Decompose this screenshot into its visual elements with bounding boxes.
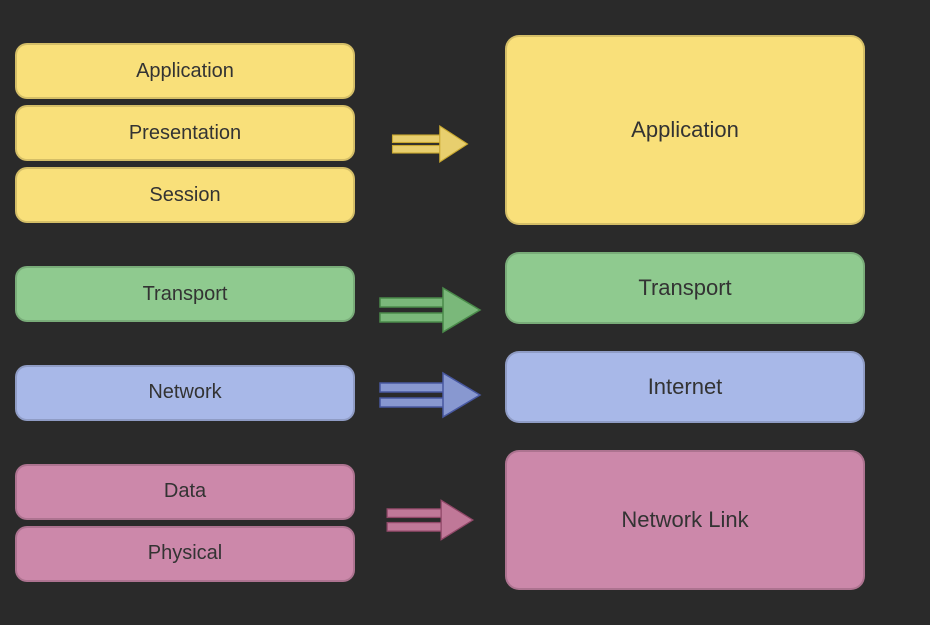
blue-arrow-container (375, 365, 485, 425)
right-network-link-box: Network Link (505, 450, 865, 590)
green-arrow-spacer (375, 270, 485, 350)
yellow-arrow-spacer (375, 25, 485, 264)
blue-arrow-spacer (375, 355, 485, 435)
left-presentation-box: Presentation (15, 105, 355, 161)
left-application-label: Application (136, 60, 234, 83)
left-presentation-label: Presentation (129, 122, 241, 145)
right-column: Application Transport Internet Network L… (505, 15, 865, 610)
left-session-label: Session (149, 184, 220, 207)
right-application-box: Application (505, 35, 865, 225)
yellow-arrow-container (375, 114, 485, 174)
left-transport-box: Transport (15, 266, 355, 322)
right-transport-label: Transport (638, 275, 731, 301)
data-physical-group: Data Physical (15, 464, 355, 582)
left-column: Application Presentation Session Transpo… (15, 15, 355, 610)
left-network-label: Network (148, 381, 221, 404)
left-data-label: Data (164, 480, 206, 503)
left-application-box: Application (15, 43, 355, 99)
middle-column (355, 15, 505, 610)
right-internet-box: Internet (505, 351, 865, 423)
left-physical-label: Physical (148, 542, 222, 565)
right-transport-box: Transport (505, 252, 865, 324)
left-data-box: Data (15, 464, 355, 520)
right-network-link-label: Network Link (621, 507, 748, 533)
left-physical-box: Physical (15, 526, 355, 582)
blue-arrow (375, 365, 485, 425)
green-arrow (375, 280, 485, 340)
pink-arrow (375, 490, 485, 550)
right-internet-label: Internet (648, 374, 723, 400)
left-transport-label: Transport (143, 283, 228, 306)
osi-diagram: Application Presentation Session Transpo… (15, 15, 915, 610)
left-network-box: Network (15, 365, 355, 421)
yellow-arrow (375, 114, 485, 174)
pink-arrow-container (375, 490, 485, 550)
left-session-box: Session (15, 167, 355, 223)
yellow-group: Application Presentation Session (15, 43, 355, 223)
pink-arrow-spacer (375, 441, 485, 600)
green-arrow-container (375, 280, 485, 340)
right-application-label: Application (631, 117, 739, 143)
